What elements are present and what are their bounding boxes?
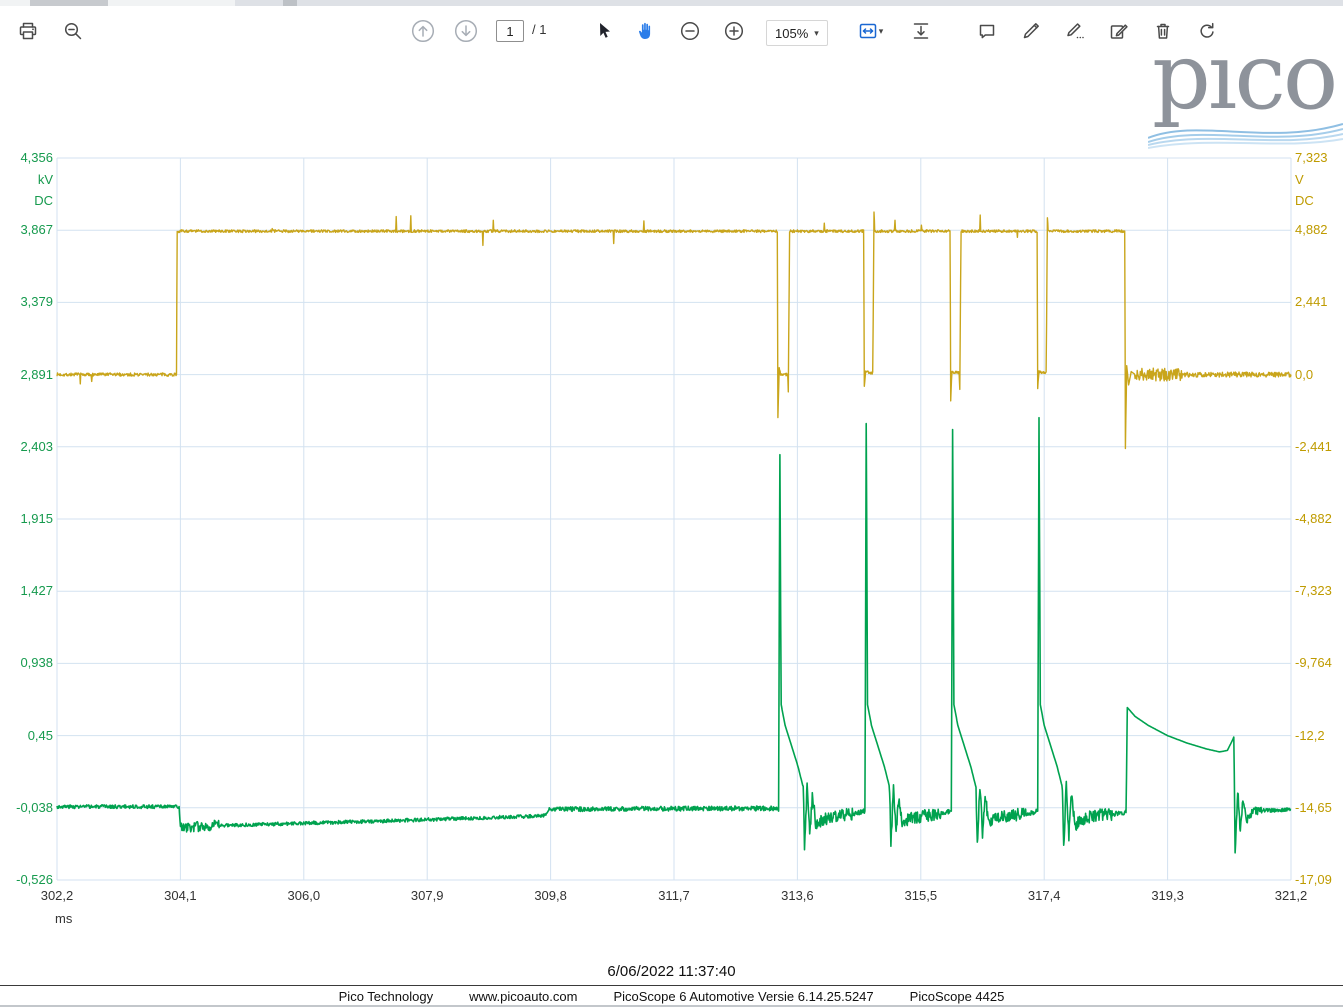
left-axis-tick: 2,403 <box>0 439 53 455</box>
x-axis-tick: 307,9 <box>397 888 457 904</box>
chevron-down-icon: ▾ <box>879 27 884 36</box>
comment-icon <box>976 20 998 42</box>
x-axis-tick: 304,1 <box>150 888 210 904</box>
chart-area: 4,356 3,867 3,379 2,891 2,403 1,915 1,427 0,938… <box>0 0 1343 1007</box>
left-axis-tick: 1,915 <box>0 511 53 527</box>
footer-scope-model: PicoScope 4425 <box>910 989 1005 1004</box>
x-axis-tick: 315,5 <box>891 888 951 904</box>
page-count-label: / 1 <box>532 22 546 37</box>
zoom-out-button[interactable] <box>674 15 706 47</box>
print-icon <box>17 20 39 42</box>
left-axis-tick: 2,891 <box>0 367 53 383</box>
highlighter-button[interactable] <box>1059 15 1091 47</box>
left-axis-tick: -0,526 <box>0 872 53 888</box>
zoom-level-select[interactable]: 105% ▾ <box>766 20 828 46</box>
page-number-input[interactable] <box>496 20 524 42</box>
right-axis-tick: 4,882 <box>1295 222 1343 238</box>
zoom-out-search-icon <box>62 20 84 42</box>
footer-bar: Pico Technology www.picoauto.com PicoSco… <box>0 985 1343 1006</box>
footer-software-version: PicoScope 6 Automotive Versie 6.14.25.52… <box>613 989 873 1004</box>
comment-button[interactable] <box>971 15 1003 47</box>
x-axis-tick: 321,2 <box>1261 888 1321 904</box>
x-axis-tick: 319,3 <box>1138 888 1198 904</box>
right-axis-tick: -17,09 <box>1295 872 1343 888</box>
print-button[interactable] <box>12 15 44 47</box>
x-axis-tick: 313,6 <box>767 888 827 904</box>
x-axis-tick: 309,8 <box>521 888 581 904</box>
redo-button[interactable] <box>1191 15 1223 47</box>
zoom-out-search-button[interactable] <box>57 15 89 47</box>
x-axis-tick: 306,0 <box>274 888 334 904</box>
trash-icon <box>1152 20 1174 42</box>
right-axis-tick: -12,2 <box>1295 728 1343 744</box>
hand-tool-icon <box>636 20 658 42</box>
pico-logo: pico <box>1148 50 1343 150</box>
pdf-toolbar: / 1 105% ▾ ▾ <box>0 6 1343 56</box>
right-axis-tick: -9,764 <box>1295 655 1343 671</box>
pico-logo-text: pico <box>1152 50 1335 119</box>
logo-waves-icon <box>1148 112 1343 150</box>
left-axis-tick: 0,938 <box>0 655 53 671</box>
x-axis-unit: ms <box>55 911 115 927</box>
x-axis-tick: 311,7 <box>644 888 704 904</box>
right-axis-tick: -14,65 <box>1295 800 1343 816</box>
page-view-icon <box>857 20 879 42</box>
left-axis-unit: DC <box>0 193 53 209</box>
zoom-in-button[interactable] <box>718 15 750 47</box>
nav-up-button[interactable] <box>407 15 439 47</box>
right-axis-tick: -4,882 <box>1295 511 1343 527</box>
waveform-plot <box>0 0 1343 1007</box>
print-datetime: 6/06/2022 11:37:40 <box>0 963 1343 980</box>
footer-company: Pico Technology <box>339 989 433 1004</box>
pen-button[interactable] <box>1015 15 1047 47</box>
right-axis-tick: -2,441 <box>1295 439 1343 455</box>
delete-button[interactable] <box>1147 15 1179 47</box>
nav-down-icon <box>453 18 479 44</box>
right-axis-unit: V <box>1295 172 1343 188</box>
left-axis-unit: kV <box>0 172 53 188</box>
signature-icon <box>1108 20 1130 42</box>
right-axis-tick: 2,441 <box>1295 294 1343 310</box>
pen-icon <box>1020 20 1042 42</box>
fit-width-button[interactable] <box>905 15 937 47</box>
x-axis-tick: 317,4 <box>1014 888 1074 904</box>
signature-button[interactable] <box>1103 15 1135 47</box>
x-axis-tick: 302,2 <box>27 888 87 904</box>
right-axis-tick: 7,323 <box>1295 150 1343 166</box>
left-axis-tick: 1,427 <box>0 583 53 599</box>
zoom-level-value: 105% <box>775 26 808 41</box>
highlighter-icon <box>1064 20 1086 42</box>
right-axis-tick: -7,323 <box>1295 583 1343 599</box>
left-axis-tick: 4,356 <box>0 150 53 166</box>
hand-tool-button[interactable] <box>631 15 663 47</box>
left-axis-tick: 3,379 <box>0 294 53 310</box>
left-axis-tick: 0,45 <box>0 728 53 744</box>
left-axis-tick: 3,867 <box>0 222 53 238</box>
right-axis-unit: DC <box>1295 193 1343 209</box>
footer-website: www.picoauto.com <box>469 989 577 1004</box>
nav-down-button[interactable] <box>450 15 482 47</box>
right-axis-tick: 0,0 <box>1295 367 1343 383</box>
redo-icon <box>1196 20 1218 42</box>
zoom-out-circle-icon <box>679 20 701 42</box>
fit-width-icon <box>910 20 932 42</box>
left-axis-tick: -0,038 <box>0 800 53 816</box>
chevron-down-icon: ▾ <box>814 29 819 38</box>
page-view-button[interactable]: ▾ <box>848 15 892 47</box>
zoom-in-circle-icon <box>723 20 745 42</box>
select-tool-button[interactable] <box>588 15 620 47</box>
nav-up-icon <box>410 18 436 44</box>
select-cursor-icon <box>593 20 615 42</box>
